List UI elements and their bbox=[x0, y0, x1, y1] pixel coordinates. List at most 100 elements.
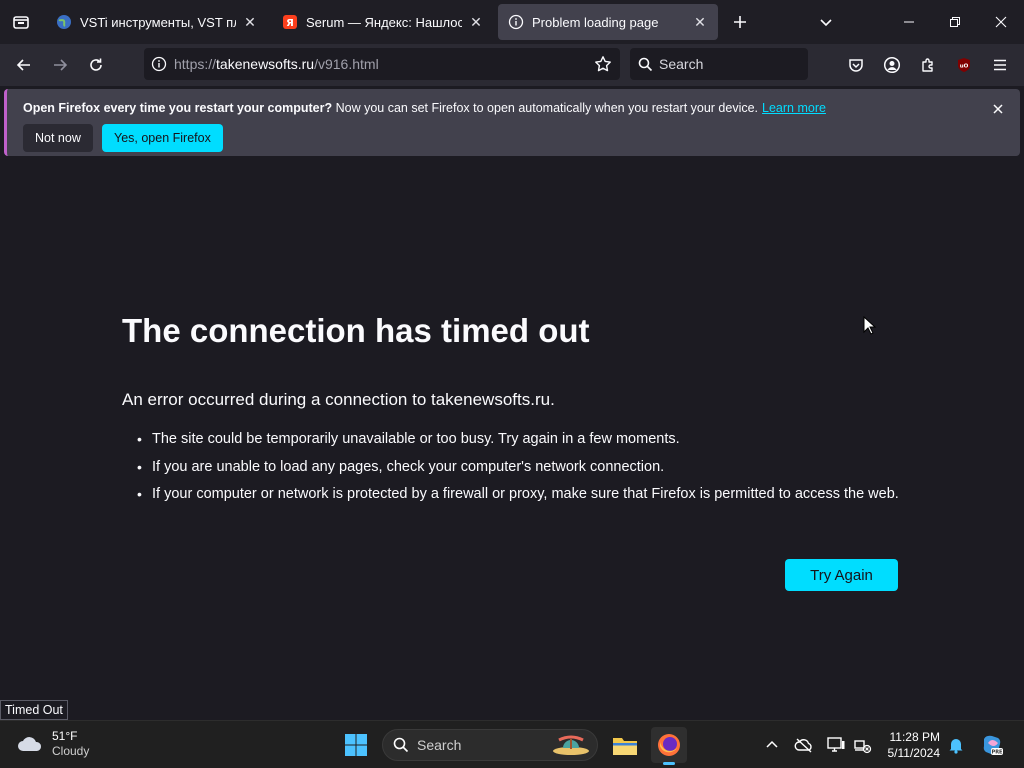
forward-arrow-icon bbox=[54, 59, 68, 71]
search-highlight-icon bbox=[553, 735, 589, 755]
notification-bold-text: Open Firefox every time you restart your… bbox=[23, 101, 333, 115]
extensions-button[interactable] bbox=[913, 50, 943, 80]
puzzle-icon bbox=[922, 58, 933, 72]
close-window-button[interactable] bbox=[978, 0, 1024, 44]
status-panel: Timed Out bbox=[0, 700, 68, 720]
app-menu-button[interactable] bbox=[985, 50, 1015, 80]
onedrive-tray-icon[interactable] bbox=[794, 735, 814, 755]
clock-time: 11:28 PM bbox=[889, 730, 940, 744]
learn-more-link[interactable]: Learn more bbox=[762, 101, 826, 115]
plus-icon bbox=[734, 16, 746, 28]
search-icon bbox=[638, 57, 653, 71]
taskbar: 51°F Cloudy Search 11:28 PM 5/11/2024 PR… bbox=[0, 720, 1024, 768]
weather-widget[interactable]: 51°F Cloudy bbox=[16, 729, 89, 759]
error-description: An error occurred during a connection to… bbox=[122, 390, 555, 409]
minimize-button[interactable] bbox=[886, 0, 932, 44]
yandex-icon: Я bbox=[282, 14, 298, 30]
chevron-down-icon bbox=[820, 19, 832, 27]
folder-icon bbox=[613, 738, 637, 755]
try-again-button[interactable]: Try Again bbox=[785, 559, 898, 591]
not-now-button[interactable]: Not now bbox=[23, 124, 93, 152]
tab-title: Serum — Яндекс: Нашлось 39 bbox=[306, 14, 462, 30]
close-tab-icon[interactable]: ✕ bbox=[468, 14, 484, 30]
svg-text:uO: uO bbox=[960, 64, 969, 70]
show-hidden-icons-button[interactable] bbox=[762, 735, 782, 755]
clock[interactable]: 11:28 PM 5/11/2024 bbox=[880, 729, 941, 761]
taskbar-search-placeholder: Search bbox=[417, 737, 462, 753]
error-suggestion-item: If you are unable to load any pages, che… bbox=[137, 457, 912, 477]
close-tab-icon[interactable]: ✕ bbox=[242, 14, 258, 30]
reload-button[interactable] bbox=[81, 50, 111, 80]
chevron-up-icon bbox=[766, 740, 778, 748]
firefox-icon bbox=[658, 734, 680, 756]
url-host: takenewsofts.ru bbox=[216, 56, 315, 72]
display-tray-icon[interactable] bbox=[826, 735, 846, 755]
restore-icon bbox=[950, 17, 960, 27]
notification-message: Open Firefox every time you restart your… bbox=[23, 101, 826, 115]
windows-logo-icon bbox=[345, 734, 367, 756]
account-button[interactable] bbox=[877, 50, 907, 80]
active-app-indicator bbox=[663, 762, 675, 765]
back-button[interactable] bbox=[9, 50, 39, 80]
copilot-button[interactable]: PRE bbox=[980, 733, 1004, 757]
close-notification-icon[interactable] bbox=[990, 101, 1006, 117]
search-input[interactable]: Search bbox=[630, 48, 808, 80]
firefox-view-button[interactable] bbox=[0, 0, 42, 44]
copilot-icon: PRE bbox=[983, 735, 1004, 756]
url-prefix: https:// bbox=[174, 56, 217, 72]
cloud-icon bbox=[18, 737, 42, 751]
close-icon bbox=[995, 16, 1007, 28]
tab-strip: VSTi инструменты, VST плагин ✕ Я Serum —… bbox=[0, 0, 1024, 44]
error-suggestion-item: If your computer or network is protected… bbox=[137, 484, 912, 504]
network-tray-icon[interactable] bbox=[852, 735, 872, 755]
error-title: The connection has timed out bbox=[122, 312, 590, 349]
yes-open-firefox-button[interactable]: Yes, open Firefox bbox=[102, 124, 223, 152]
list-all-tabs-button[interactable] bbox=[812, 8, 840, 36]
default-browser-notification: Open Firefox every time you restart your… bbox=[4, 89, 1020, 156]
site-info-icon[interactable] bbox=[144, 56, 174, 72]
notification-bell-button[interactable] bbox=[946, 735, 966, 755]
tab-title: VSTi инструменты, VST плагин bbox=[80, 14, 236, 30]
account-icon bbox=[883, 56, 901, 74]
bookmark-star-icon[interactable] bbox=[586, 55, 620, 73]
firefox-view-icon bbox=[13, 16, 29, 29]
globe-icon bbox=[56, 14, 72, 30]
taskbar-search[interactable]: Search bbox=[382, 729, 598, 761]
firefox-taskbar-button[interactable] bbox=[651, 727, 687, 765]
navigation-toolbar: https://takenewsofts.ru/v916.html Search… bbox=[0, 44, 1024, 86]
mouse-cursor-icon bbox=[863, 316, 877, 335]
close-tab-icon[interactable]: ✕ bbox=[692, 14, 708, 30]
pocket-icon bbox=[849, 59, 863, 72]
reload-icon bbox=[90, 58, 102, 71]
clock-date: 5/11/2024 bbox=[887, 746, 941, 760]
tab-serum-yandex[interactable]: Я Serum — Яндекс: Нашлось 39 ✕ bbox=[272, 4, 494, 40]
error-suggestion-item: The site could be temporarily unavailabl… bbox=[137, 429, 912, 449]
pocket-button[interactable] bbox=[841, 50, 871, 80]
svg-text:PRE: PRE bbox=[992, 750, 1004, 756]
weather-condition: Cloudy bbox=[52, 744, 90, 758]
svg-text:Я: Я bbox=[286, 18, 294, 29]
weather-temperature: 51°F bbox=[52, 729, 78, 743]
ublock-button[interactable]: uO bbox=[949, 50, 979, 80]
file-explorer-button[interactable] bbox=[607, 727, 643, 763]
start-button[interactable] bbox=[340, 729, 372, 761]
tab-title: Problem loading page bbox=[532, 14, 659, 30]
ublock-origin-icon: uO bbox=[958, 58, 970, 72]
tab-problem-loading[interactable]: Problem loading page ✕ bbox=[498, 4, 718, 40]
new-tab-button[interactable] bbox=[726, 8, 754, 36]
restore-button[interactable] bbox=[932, 0, 978, 44]
address-bar[interactable]: https://takenewsofts.ru/v916.html bbox=[144, 48, 620, 80]
notification-text: Now you can set Firefox to open automati… bbox=[332, 101, 759, 115]
forward-button[interactable] bbox=[45, 50, 75, 80]
info-icon bbox=[508, 14, 524, 30]
hamburger-menu-icon bbox=[994, 59, 1006, 71]
search-icon bbox=[393, 737, 409, 753]
back-arrow-icon bbox=[16, 59, 30, 71]
tab-vsti[interactable]: VSTi инструменты, VST плагин ✕ bbox=[46, 4, 268, 40]
url-text[interactable]: https://takenewsofts.ru/v916.html bbox=[174, 56, 586, 72]
bell-icon bbox=[949, 739, 963, 754]
error-suggestions: The site could be temporarily unavailabl… bbox=[137, 429, 912, 512]
search-placeholder: Search bbox=[659, 56, 704, 72]
minimize-icon bbox=[904, 21, 914, 23]
url-path: /v916.html bbox=[314, 56, 379, 72]
